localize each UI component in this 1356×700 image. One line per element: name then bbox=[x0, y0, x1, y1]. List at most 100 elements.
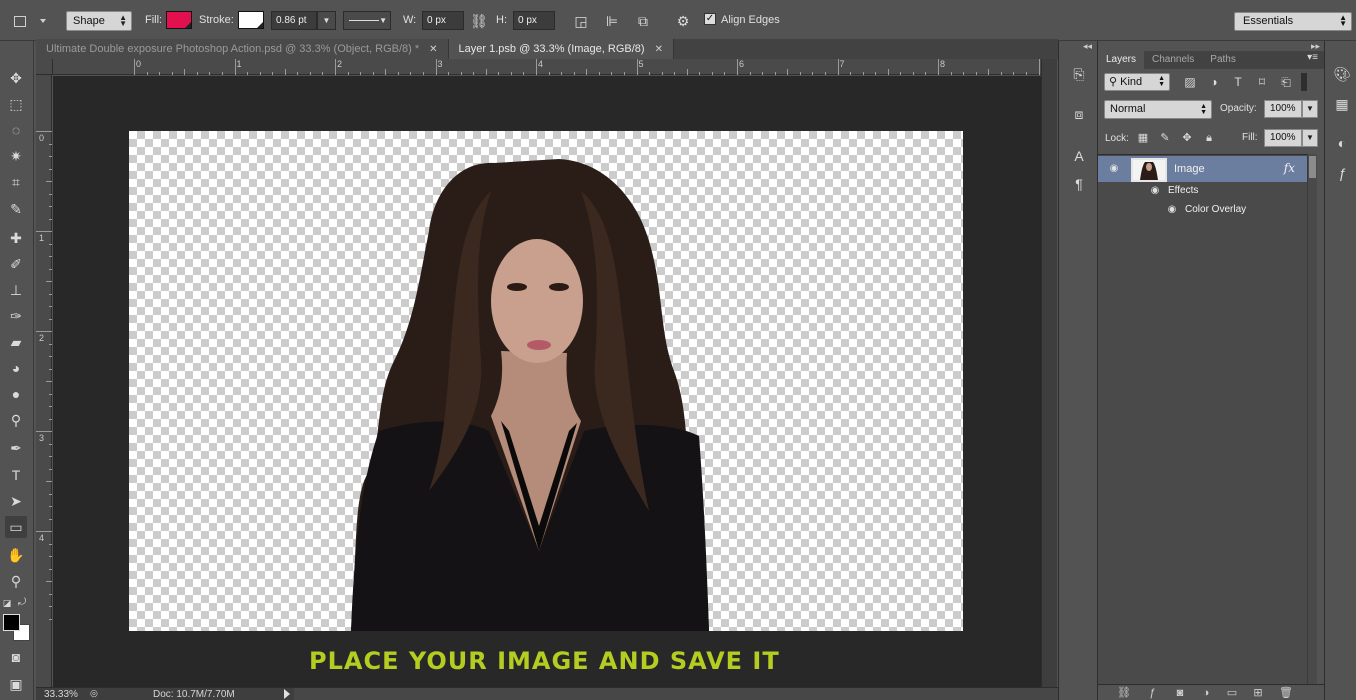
zoom-level[interactable]: 33.33% bbox=[44, 689, 78, 700]
tab-layers[interactable]: Layers bbox=[1098, 51, 1145, 69]
shape-mode-select[interactable]: Shape ▲ ▼ bbox=[66, 11, 132, 31]
lock-position-icon[interactable]: ✥ bbox=[1180, 131, 1194, 145]
fill-color-swatch[interactable] bbox=[166, 11, 192, 29]
layer-effect-color-overlay-row[interactable]: ◉ Color Overlay bbox=[1098, 200, 1307, 220]
close-icon[interactable]: ✕ bbox=[655, 44, 663, 55]
filter-kind-select[interactable]: ⚲ Kind ▲ ▼ bbox=[1104, 73, 1170, 91]
shape-filter-icon[interactable]: ⌑ bbox=[1254, 74, 1270, 90]
eyedropper-tool-icon[interactable]: ✎ bbox=[5, 198, 27, 220]
magic-wand-tool-icon[interactable]: ✷ bbox=[5, 145, 27, 167]
tab-channels[interactable]: Channels bbox=[1144, 51, 1202, 69]
lock-all-icon[interactable]: 🔒︎ bbox=[1202, 131, 1216, 145]
move-tool-icon[interactable]: ✥ bbox=[5, 67, 27, 89]
history-brush-tool-icon[interactable]: ✑ bbox=[5, 305, 27, 327]
align-edges-checkbox[interactable]: ✓ bbox=[704, 13, 716, 25]
brush-tool-icon[interactable]: ✐ bbox=[5, 253, 27, 275]
fx-icon[interactable]: fx bbox=[1284, 161, 1295, 175]
close-icon[interactable]: ✕ bbox=[429, 44, 437, 55]
panel-menu-icon[interactable]: ▾≡ bbox=[1307, 52, 1318, 63]
share-icon[interactable]: ◎ bbox=[90, 688, 98, 699]
tab-paths[interactable]: Paths bbox=[1202, 51, 1244, 69]
opacity-input[interactable]: 100% bbox=[1264, 100, 1302, 118]
quick-mask-icon[interactable]: ◙ bbox=[5, 646, 27, 668]
stroke-color-swatch[interactable] bbox=[238, 11, 264, 29]
styles-panel-icon[interactable]: ƒ bbox=[1331, 162, 1353, 184]
path-alignment-icon[interactable]: ⊫ bbox=[602, 11, 622, 31]
history-panel-icon[interactable]: ⎘ bbox=[1068, 63, 1090, 85]
hand-tool-icon[interactable]: ✋ bbox=[5, 544, 27, 566]
layer-thumbnail[interactable] bbox=[1131, 158, 1167, 182]
width-input[interactable]: 0 px bbox=[422, 11, 464, 30]
type-tool-icon[interactable]: T bbox=[5, 464, 27, 486]
adjustment-filter-icon[interactable]: ◑ bbox=[1206, 74, 1222, 90]
color-panel-icon[interactable]: 🎨︎ bbox=[1331, 63, 1353, 85]
workspace-select[interactable]: Essentials ▲ ▼ bbox=[1234, 12, 1352, 31]
document-tab-active[interactable]: Layer 1.psb @ 33.3% (Image, RGB/8) ✕ bbox=[448, 39, 674, 59]
pen-tool-icon[interactable]: ✒ bbox=[5, 437, 27, 459]
paragraph-panel-icon[interactable]: ¶ bbox=[1068, 173, 1090, 195]
swap-colors-icon[interactable]: ⤾ bbox=[15, 592, 29, 614]
horizontal-scrollbar[interactable] bbox=[294, 688, 1058, 700]
add-mask-icon[interactable]: ◙ bbox=[1172, 686, 1188, 700]
status-menu-arrow-icon[interactable] bbox=[284, 689, 290, 699]
swatches-panel-icon[interactable]: ▦ bbox=[1331, 93, 1353, 115]
lasso-tool-icon[interactable]: ◌ bbox=[5, 119, 27, 141]
height-input[interactable]: 0 px bbox=[513, 11, 555, 30]
collapse-panels-icon[interactable]: ◂◂ bbox=[1083, 41, 1092, 52]
stroke-width-input[interactable]: 0.86 pt bbox=[271, 11, 317, 30]
filter-toggle[interactable] bbox=[1301, 73, 1307, 91]
layers-scrollbar[interactable] bbox=[1307, 154, 1317, 684]
eraser-tool-icon[interactable]: ▰ bbox=[5, 331, 27, 353]
document-tab[interactable]: Ultimate Double exposure Photoshop Actio… bbox=[36, 39, 449, 59]
path-operations-icon[interactable]: ◲ bbox=[571, 11, 591, 31]
clone-stamp-tool-icon[interactable]: ⊥ bbox=[5, 279, 27, 301]
zoom-tool-icon[interactable]: ⚲ bbox=[5, 570, 27, 592]
type-filter-icon[interactable]: T bbox=[1230, 74, 1246, 90]
properties-panel-icon[interactable]: ⧈ bbox=[1068, 103, 1090, 125]
tool-preset-picker[interactable] bbox=[14, 10, 54, 32]
ruler-origin[interactable] bbox=[36, 59, 53, 75]
vertical-scrollbar[interactable] bbox=[1041, 59, 1057, 687]
blend-mode-select[interactable]: Normal ▲ ▼ bbox=[1104, 100, 1212, 119]
lock-image-icon[interactable]: ✎ bbox=[1158, 131, 1172, 145]
opacity-dropdown[interactable]: ▼ bbox=[1302, 100, 1318, 118]
path-selection-tool-icon[interactable]: ➤ bbox=[5, 490, 27, 512]
eye-icon[interactable]: ◉ bbox=[1148, 186, 1162, 196]
fill-dropdown[interactable]: ▼ bbox=[1302, 129, 1318, 147]
smart-object-filter-icon[interactable]: ⎗ bbox=[1278, 74, 1294, 90]
rectangle-tool-icon[interactable]: ▭ bbox=[5, 516, 27, 538]
default-colors-icon[interactable]: ◪ bbox=[0, 592, 14, 614]
path-arrangement-icon[interactable]: ⧉ bbox=[633, 11, 653, 31]
eye-icon[interactable]: ◉ bbox=[1165, 205, 1179, 215]
trash-icon[interactable]: 🗑︎ bbox=[1278, 686, 1294, 700]
add-style-icon[interactable]: ƒ bbox=[1144, 686, 1160, 700]
screen-mode-icon[interactable]: ▣ bbox=[5, 673, 27, 695]
stroke-type-dropdown[interactable]: ▼ bbox=[343, 11, 391, 30]
dodge-tool-icon[interactable]: ⚲ bbox=[5, 409, 27, 431]
new-layer-icon[interactable]: ⊞ bbox=[1250, 686, 1266, 700]
foreground-color-swatch[interactable] bbox=[3, 614, 20, 631]
lock-transparent-icon[interactable]: ▦ bbox=[1136, 131, 1150, 145]
fill-input[interactable]: 100% bbox=[1264, 129, 1302, 147]
right-panel-dock: 🎨︎ ▦ ◐ ƒ bbox=[1324, 41, 1356, 700]
crop-tool-icon[interactable]: ⌗ bbox=[5, 171, 27, 193]
healing-brush-tool-icon[interactable]: ✚ bbox=[5, 227, 27, 249]
blur-tool-icon[interactable]: ● bbox=[5, 383, 27, 405]
stroke-width-dropdown[interactable]: ▼ bbox=[317, 11, 336, 30]
pixel-filter-icon[interactable]: ▨ bbox=[1182, 74, 1198, 90]
marquee-tool-icon[interactable]: ⬚ bbox=[5, 93, 27, 115]
link-layers-icon[interactable]: ⛓ bbox=[1116, 686, 1132, 700]
layer-effects-row[interactable]: ◉ Effects bbox=[1098, 181, 1307, 201]
adjustments-panel-icon[interactable]: ◐ bbox=[1331, 132, 1353, 154]
layer-name[interactable]: Image bbox=[1174, 163, 1205, 175]
gear-icon[interactable]: ⚙ bbox=[673, 11, 693, 31]
paint-bucket-tool-icon[interactable]: ◕ bbox=[5, 357, 27, 379]
adjustment-layer-icon[interactable]: ◑ bbox=[1198, 686, 1214, 700]
eye-icon[interactable]: ◉ bbox=[1107, 164, 1121, 174]
layer-row-image[interactable]: ◉ Image fx bbox=[1098, 156, 1307, 182]
document-canvas[interactable] bbox=[129, 131, 963, 631]
layers-scroll-thumb[interactable] bbox=[1309, 156, 1316, 178]
new-group-icon[interactable]: ▭ bbox=[1224, 686, 1240, 700]
character-panel-icon[interactable]: A bbox=[1068, 145, 1090, 167]
link-icon[interactable]: ⛓ bbox=[469, 11, 489, 31]
